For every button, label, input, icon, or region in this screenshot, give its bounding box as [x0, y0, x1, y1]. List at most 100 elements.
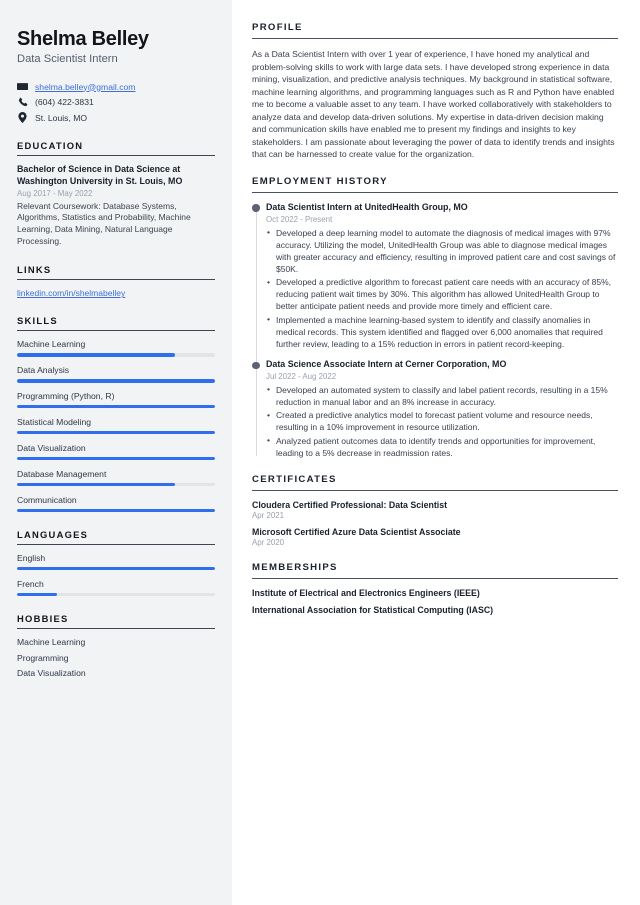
- section-heading-certificates: CERTIFICATES: [252, 474, 618, 492]
- certificate-title: Cloudera Certified Professional: Data Sc…: [252, 500, 448, 511]
- certificate-item: Cloudera Certified Professional: Data Sc…: [252, 500, 618, 520]
- skill-label: Communication: [17, 494, 77, 505]
- language-bar: [17, 592, 215, 597]
- certificate-date: Apr 2020: [252, 538, 285, 548]
- language-bar-fill: [17, 566, 215, 571]
- skill-item: Data Analysis: [17, 365, 215, 383]
- skill-item: Communication: [17, 495, 215, 512]
- job-bullet: Implemented a machine learning-based sys…: [266, 313, 618, 350]
- link-item-linkedin[interactable]: linkedin.com/in/shelmabelley: [17, 288, 215, 298]
- hobbies-list: Machine Learning Programming Data Visualiz…: [17, 637, 215, 678]
- job-title: Data Scientist Intern at UnitedHealth Gr…: [266, 201, 468, 212]
- skill-label: Data Visualization: [17, 442, 86, 453]
- page-title: Shelma Belley: [17, 28, 149, 50]
- section-languages: LANGUAGES English French: [17, 529, 215, 597]
- language-label: French: [17, 578, 44, 589]
- resume-page: Shelma Belley Data Scientist Intern shel…: [0, 0, 640, 905]
- language-label: English: [17, 552, 46, 563]
- skill-bar: [17, 405, 215, 409]
- hobby-item: Machine Learning: [17, 637, 86, 648]
- job-entry: Data Science Associate Intern at Cerner …: [252, 359, 618, 459]
- section-heading-hobbies: HOBBIES: [17, 613, 215, 630]
- sidebar: Shelma Belley Data Scientist Intern shel…: [0, 0, 232, 905]
- skill-bar: [17, 456, 215, 461]
- section-heading-memberships: MEMBERSHIPS: [252, 562, 618, 580]
- skill-bar: [17, 430, 215, 435]
- timeline-dot-icon: [252, 361, 260, 370]
- email-link[interactable]: shelma.belley@gmail.com: [35, 82, 135, 92]
- map-pin-icon: [17, 112, 28, 123]
- subtitle-job-title: Data Scientist Intern: [17, 53, 118, 65]
- skill-bar: [17, 482, 215, 487]
- envelope-icon: [17, 81, 28, 92]
- education-title: Bachelor of Science in Data Science at W…: [17, 164, 183, 186]
- job-date: Jul 2022 - Aug 2022: [266, 371, 337, 381]
- phone-icon: [17, 97, 28, 108]
- membership-item: Institute of Electrical and Electronics …: [252, 588, 480, 599]
- skill-label: Data Analysis: [17, 365, 70, 376]
- skill-bar: [17, 508, 215, 512]
- employment-timeline: Data Scientist Intern at UnitedHealth Gr…: [252, 202, 618, 459]
- skill-item: Machine Learning: [17, 339, 215, 357]
- skill-item: Data Visualization: [17, 442, 215, 461]
- job-bullet: Analyzed patient outcomes data to identi…: [266, 434, 618, 459]
- membership-item: International Association for Statistica…: [252, 605, 494, 616]
- skill-bar-fill: [17, 379, 215, 383]
- section-heading-links: LINKS: [17, 264, 215, 281]
- skill-label: Database Management: [17, 468, 107, 479]
- education-date: Aug 2017 - May 2022: [17, 188, 93, 198]
- phone-text: (604) 422-3831: [35, 97, 94, 107]
- language-item: French: [17, 578, 215, 597]
- contact-block: shelma.belley@gmail.com (604) 422-3831 S…: [17, 81, 215, 123]
- job-bullet: Developed an automated system to classif…: [266, 383, 618, 408]
- skill-label: Statistical Modeling: [17, 416, 92, 427]
- section-skills: SKILLS Machine Learning Data Analysis Pr…: [17, 315, 215, 512]
- certificate-date: Apr 2021: [252, 511, 285, 521]
- section-certificates: CERTIFICATES Cloudera Certified Professi…: [252, 474, 618, 547]
- skill-bar: [17, 379, 215, 383]
- skill-bar-fill: [17, 353, 176, 357]
- section-heading-skills: SKILLS: [17, 315, 215, 332]
- certificate-title: Microsoft Certified Azure Data Scientist…: [252, 527, 461, 538]
- section-heading-languages: LANGUAGES: [17, 529, 215, 545]
- languages-list: English French: [17, 552, 215, 597]
- hobby-item: Data Visualization: [17, 668, 86, 679]
- location-text: St. Louis, MO: [35, 112, 88, 123]
- contact-row-location: St. Louis, MO: [17, 112, 215, 123]
- skill-bar: [17, 353, 215, 357]
- section-heading-employment: EMPLOYMENT HISTORY: [252, 176, 618, 193]
- skills-list: Machine Learning Data Analysis Programmi…: [17, 339, 215, 512]
- language-item: English: [17, 552, 215, 571]
- profile-text: As a Data Scientist Intern with over 1 y…: [252, 49, 615, 160]
- section-heading-profile: PROFILE: [252, 22, 618, 39]
- skill-bar-fill: [17, 508, 215, 512]
- job-bullet: Developed a predictive algorithm to fore…: [266, 276, 618, 312]
- timeline-dot-icon: [252, 204, 260, 212]
- skill-bar-fill: [17, 405, 215, 409]
- contact-row-phone: (604) 422-3831: [17, 97, 215, 108]
- section-employment-history: EMPLOYMENT HISTORY Data Scientist Intern…: [252, 176, 618, 459]
- job-bullets: Developed an automated system to classif…: [266, 383, 618, 459]
- section-education: EDUCATION Bachelor of Science in Data Sc…: [17, 140, 215, 247]
- section-heading-education: EDUCATION: [17, 140, 215, 156]
- section-hobbies: HOBBIES Machine Learning Programming Data …: [17, 613, 215, 678]
- skill-label: Machine Learning: [17, 339, 86, 350]
- skill-bar-fill: [17, 456, 215, 461]
- contact-row-email[interactable]: shelma.belley@gmail.com: [17, 81, 215, 92]
- skill-label: Programming (Python, R): [17, 391, 115, 402]
- education-entry: Bachelor of Science in Data Science at W…: [17, 164, 215, 247]
- certificate-item: Microsoft Certified Azure Data Scientist…: [252, 527, 618, 547]
- job-entry: Data Scientist Intern at UnitedHealth Gr…: [252, 201, 618, 351]
- skill-bar-fill: [17, 430, 215, 435]
- language-bar: [17, 566, 215, 571]
- job-bullets: Developed a deep learning model to autom…: [266, 226, 618, 351]
- job-bullet: Developed a deep learning model to autom…: [266, 226, 618, 275]
- hobby-item: Programming: [17, 652, 69, 663]
- language-bar-fill: [17, 592, 57, 597]
- job-bullet: Created a predictive analytics model to …: [266, 409, 618, 433]
- main-content: PROFILE As a Data Scientist Intern with …: [232, 0, 640, 905]
- skill-item: Programming (Python, R): [17, 391, 215, 409]
- job-date: Oct 2022 - Present: [266, 214, 333, 224]
- section-profile: PROFILE As a Data Scientist Intern with …: [252, 22, 618, 161]
- skill-item: Statistical Modeling: [17, 416, 215, 435]
